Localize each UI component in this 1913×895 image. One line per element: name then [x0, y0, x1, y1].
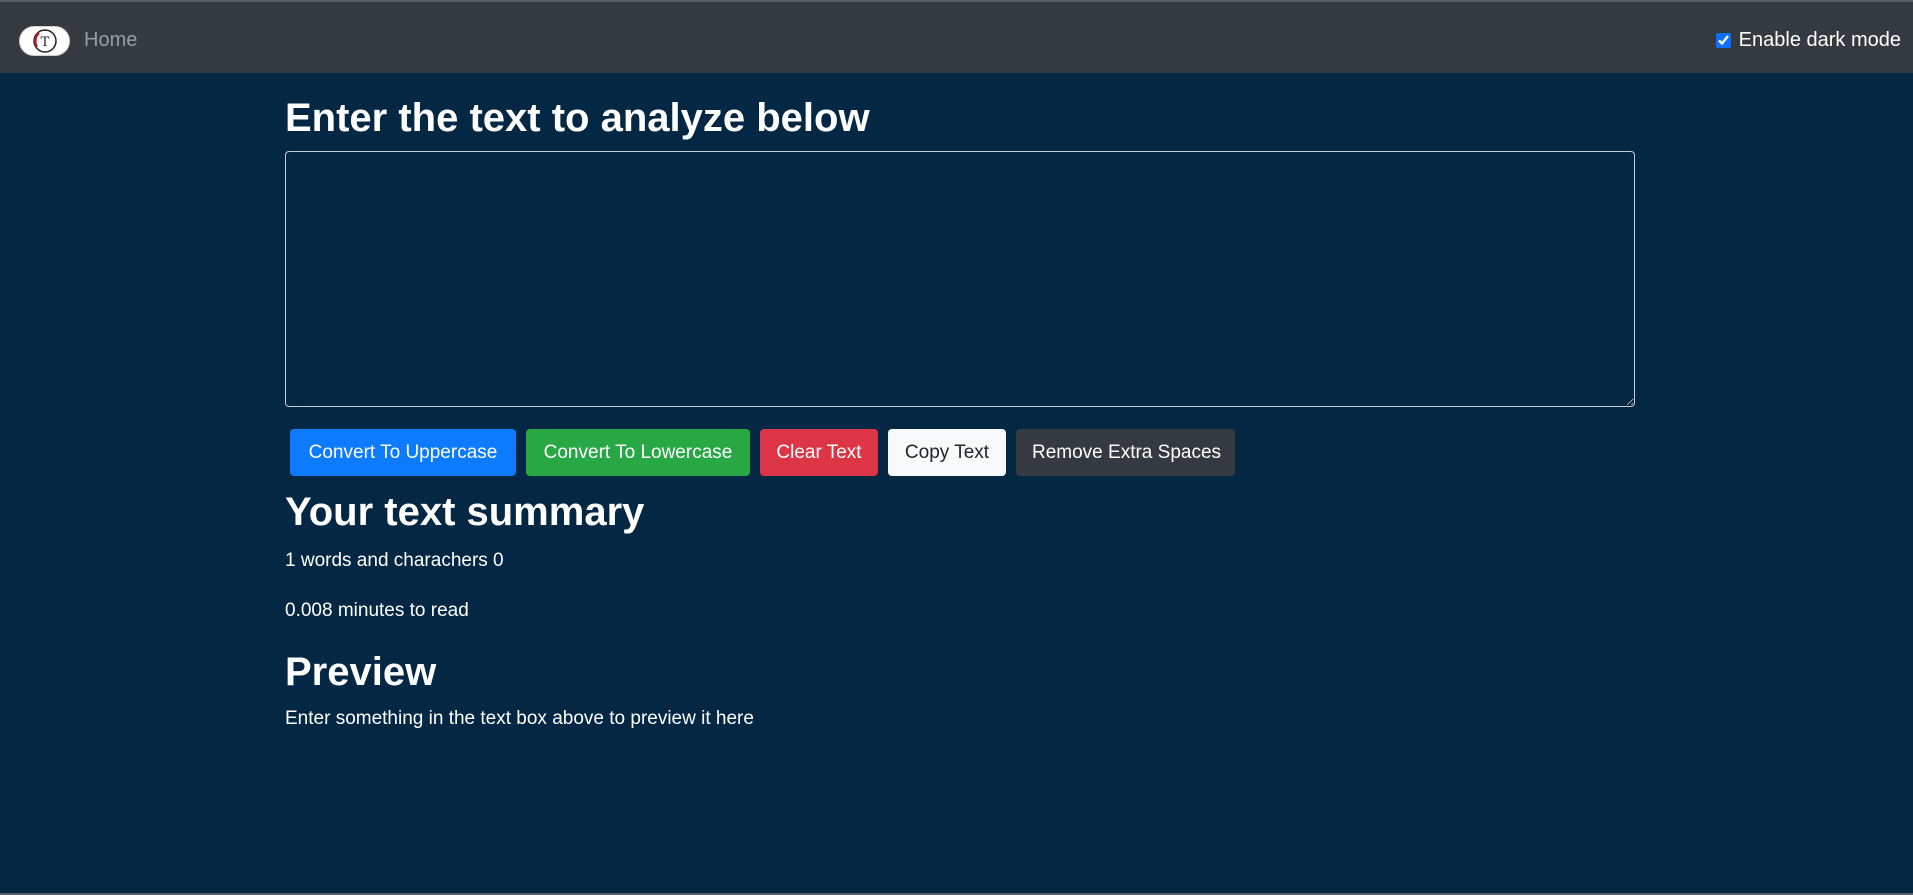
summary-heading: Your text summary: [285, 490, 645, 534]
brand-logo[interactable]: T: [19, 26, 70, 56]
copy-text-button[interactable]: Copy Text: [888, 429, 1006, 476]
nav-home-link[interactable]: Home: [84, 27, 137, 53]
dark-mode-checkbox[interactable]: [1715, 32, 1731, 48]
dark-mode-label: Enable dark mode: [1738, 29, 1901, 51]
clear-text-button[interactable]: Clear Text: [760, 429, 878, 476]
logo-icon: T: [32, 29, 57, 53]
svg-text:T: T: [40, 35, 49, 50]
read-time-text: 0.008 minutes to read: [285, 600, 469, 621]
preview-heading: Preview: [285, 650, 437, 694]
remove-extra-spaces-button[interactable]: Remove Extra Spaces: [1016, 429, 1235, 476]
page-title: Enter the text to analyze below: [285, 96, 870, 140]
uppercase-button[interactable]: Convert To Uppercase: [290, 429, 516, 476]
preview-text: Enter something in the text box above to…: [285, 708, 754, 729]
lowercase-button[interactable]: Convert To Lowercase: [526, 429, 750, 476]
text-input-area[interactable]: [285, 151, 1635, 407]
dark-mode-toggle[interactable]: Enable dark mode: [1715, 26, 1901, 54]
action-buttons: Convert To Uppercase Convert To Lowercas…: [290, 429, 1235, 476]
navbar: T Home Enable dark mode: [0, 2, 1913, 73]
word-count-text: 1 words and charachers 0: [285, 550, 504, 571]
